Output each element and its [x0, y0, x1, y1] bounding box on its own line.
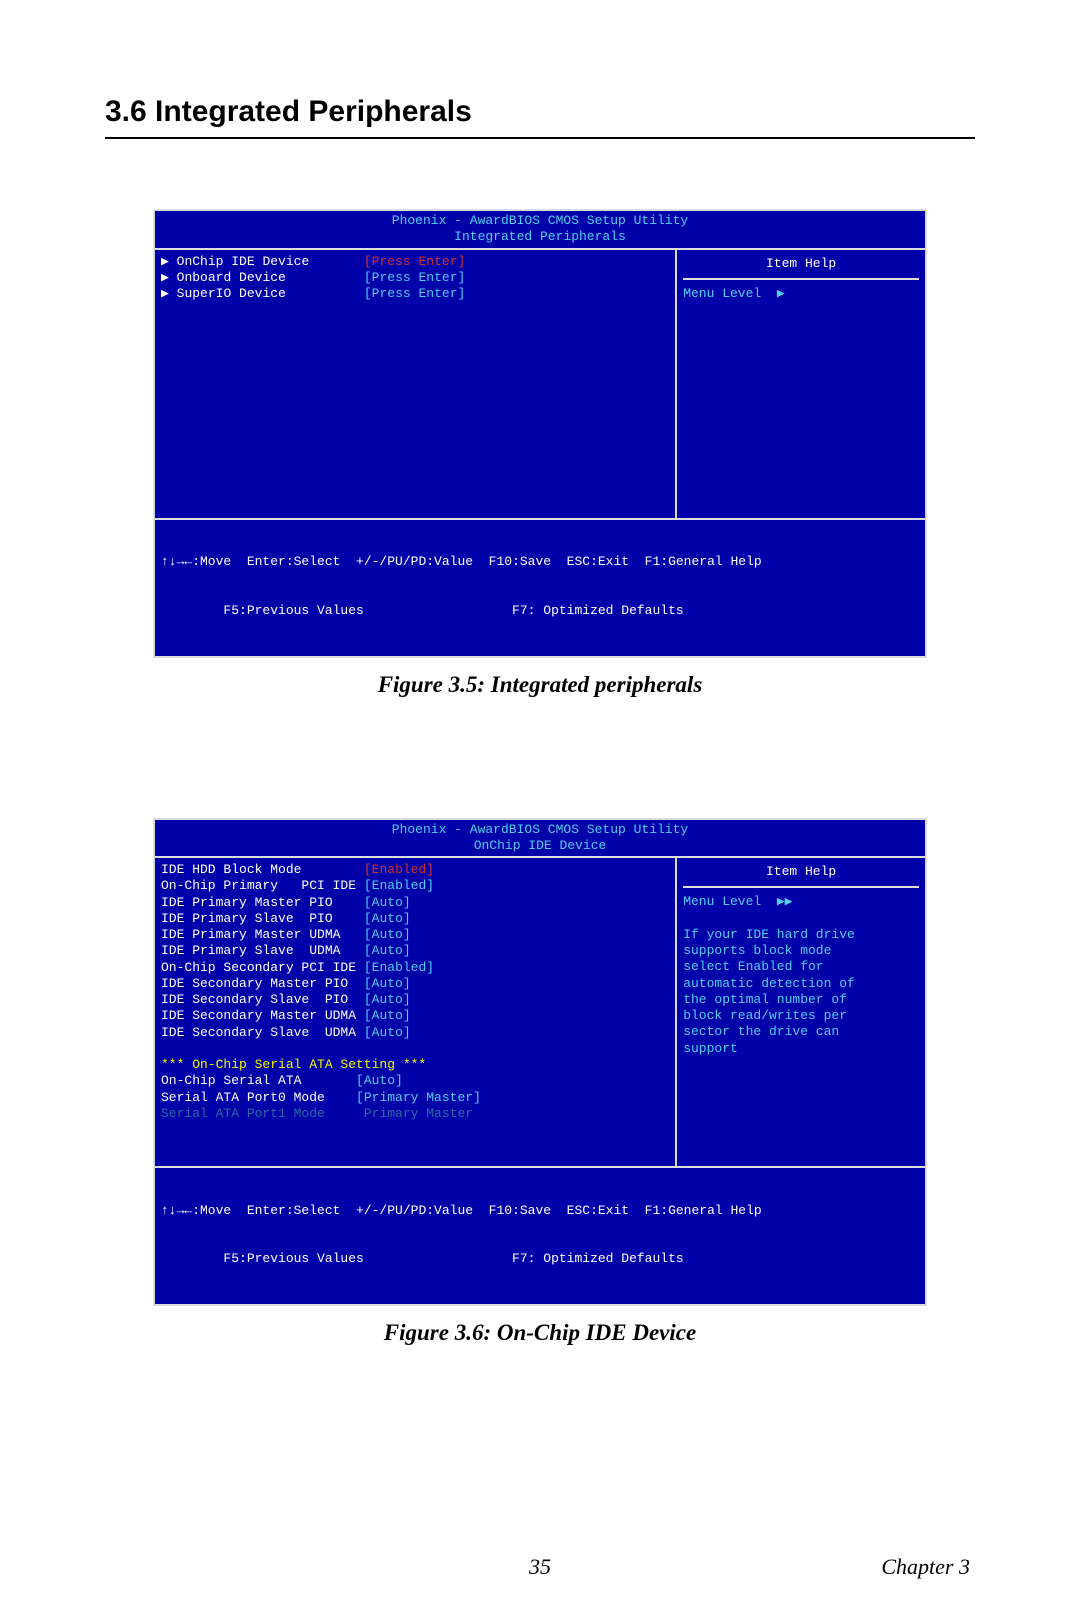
menu-value: Primary Master — [356, 1106, 473, 1121]
help-text-line: sector the drive can — [683, 1024, 919, 1040]
menu-value: [Auto] — [356, 1073, 403, 1088]
menu-value: [Auto] — [364, 976, 411, 991]
section-heading: 3.6 Integrated Peripherals — [105, 95, 975, 129]
triangle-right-icon: ▶ — [161, 270, 177, 285]
menu-value: [Auto] — [364, 1025, 411, 1040]
bios-footer: ↑↓→←:Move Enter:Select +/-/PU/PD:Value F… — [155, 1168, 925, 1304]
heading-rule — [105, 137, 975, 139]
menu-value: [Auto] — [364, 943, 411, 958]
menu-value: [Press Enter] — [364, 286, 465, 301]
menu-level-row: Menu Level ▶ — [683, 286, 919, 302]
menu-row-onchip-ide[interactable]: ▶ OnChip IDE Device [Press Enter] — [161, 254, 669, 270]
menu-row[interactable]: On-Chip Primary PCI IDE [Enabled] — [161, 878, 669, 894]
bios-title-line2: OnChip IDE Device — [474, 838, 607, 853]
menu-value: [Auto] — [364, 992, 411, 1007]
bios-title-line1: Phoenix - AwardBIOS CMOS Setup Utility — [392, 213, 688, 228]
menu-row[interactable]: IDE Secondary Slave UDMA [Auto] — [161, 1025, 669, 1041]
sata-section-heading: *** On-Chip Serial ATA Setting *** — [161, 1057, 669, 1073]
menu-row-superio-device[interactable]: ▶ SuperIO Device [Press Enter] — [161, 286, 669, 302]
help-text-line: automatic detection of — [683, 976, 919, 992]
bios-title: Phoenix - AwardBIOS CMOS Setup Utility I… — [155, 211, 925, 248]
menu-row-disabled: Serial ATA Port1 Mode Primary Master — [161, 1106, 669, 1122]
bios-help-panel: Item Help Menu Level ▶ — [677, 250, 925, 518]
figure-caption-1: Figure 3.5: Integrated peripherals — [105, 672, 975, 698]
menu-value: [Primary Master] — [356, 1090, 481, 1105]
footer-line1: ↑↓→←:Move Enter:Select +/-/PU/PD:Value F… — [161, 554, 919, 570]
bios-footer: ↑↓→←:Move Enter:Select +/-/PU/PD:Value F… — [155, 520, 925, 656]
chapter-label: Chapter 3 — [881, 1554, 970, 1580]
menu-row[interactable]: IDE Primary Slave PIO [Auto] — [161, 911, 669, 927]
help-text-line: If your IDE hard drive — [683, 927, 919, 943]
menu-row-onboard-device[interactable]: ▶ Onboard Device [Press Enter] — [161, 270, 669, 286]
triangle-right-icon: ▶ — [777, 286, 785, 301]
menu-row[interactable]: IDE Secondary Master PIO [Auto] — [161, 976, 669, 992]
bios-title: Phoenix - AwardBIOS CMOS Setup Utility O… — [155, 820, 925, 857]
menu-value: [Enabled] — [364, 862, 434, 877]
triangle-right-icon: ▶▶ — [777, 894, 793, 909]
menu-row[interactable]: IDE Secondary Slave PIO [Auto] — [161, 992, 669, 1008]
menu-row[interactable]: Serial ATA Port0 Mode [Primary Master] — [161, 1090, 669, 1106]
menu-value: [Auto] — [364, 911, 411, 926]
bios-title-line2: Integrated Peripherals — [454, 229, 626, 244]
help-text-line: support — [683, 1041, 919, 1057]
help-text-line: select Enabled for — [683, 959, 919, 975]
footer-line2: F5:Previous Values F7: Optimized Default… — [161, 603, 919, 619]
bios-title-line1: Phoenix - AwardBIOS CMOS Setup Utility — [392, 822, 688, 837]
menu-value: [Press Enter] — [364, 254, 465, 269]
footer-line2: F5:Previous Values F7: Optimized Default… — [161, 1251, 919, 1267]
menu-row[interactable]: IDE HDD Block Mode [Enabled] — [161, 862, 669, 878]
menu-value: [Auto] — [364, 895, 411, 910]
footer-line1: ↑↓→←:Move Enter:Select +/-/PU/PD:Value F… — [161, 1203, 919, 1219]
bios-main-panel: IDE HDD Block Mode [Enabled] On-Chip Pri… — [155, 858, 677, 1166]
menu-value: [Enabled] — [364, 960, 434, 975]
menu-row[interactable]: IDE Secondary Master UDMA [Auto] — [161, 1008, 669, 1024]
bios-help-panel: Item Help Menu Level ▶▶ If your IDE hard… — [677, 858, 925, 1166]
bios-screenshot-onchip-ide: Phoenix - AwardBIOS CMOS Setup Utility O… — [153, 818, 927, 1307]
figure-caption-2: Figure 3.6: On-Chip IDE Device — [105, 1320, 975, 1346]
menu-row[interactable]: On-Chip Secondary PCI IDE [Enabled] — [161, 960, 669, 976]
menu-row[interactable]: IDE Primary Slave UDMA [Auto] — [161, 943, 669, 959]
item-help-title: Item Help — [683, 254, 919, 280]
help-text-line: block read/writes per — [683, 1008, 919, 1024]
menu-row[interactable]: IDE Primary Master PIO [Auto] — [161, 895, 669, 911]
menu-value: [Enabled] — [364, 878, 434, 893]
item-help-title: Item Help — [683, 862, 919, 888]
triangle-right-icon: ▶ — [161, 286, 177, 301]
help-text-line: supports block mode — [683, 943, 919, 959]
menu-level-row: Menu Level ▶▶ — [683, 894, 919, 910]
menu-row[interactable]: On-Chip Serial ATA [Auto] — [161, 1073, 669, 1089]
menu-value: [Press Enter] — [364, 270, 465, 285]
menu-value: [Auto] — [364, 927, 411, 942]
menu-row[interactable]: IDE Primary Master UDMA [Auto] — [161, 927, 669, 943]
triangle-right-icon: ▶ — [161, 254, 177, 269]
bios-main-panel: ▶ OnChip IDE Device [Press Enter] ▶ Onbo… — [155, 250, 677, 518]
help-text-line: the optimal number of — [683, 992, 919, 1008]
menu-value: [Auto] — [364, 1008, 411, 1023]
page-number: 35 — [529, 1554, 551, 1580]
bios-screenshot-integrated-peripherals: Phoenix - AwardBIOS CMOS Setup Utility I… — [153, 209, 927, 658]
